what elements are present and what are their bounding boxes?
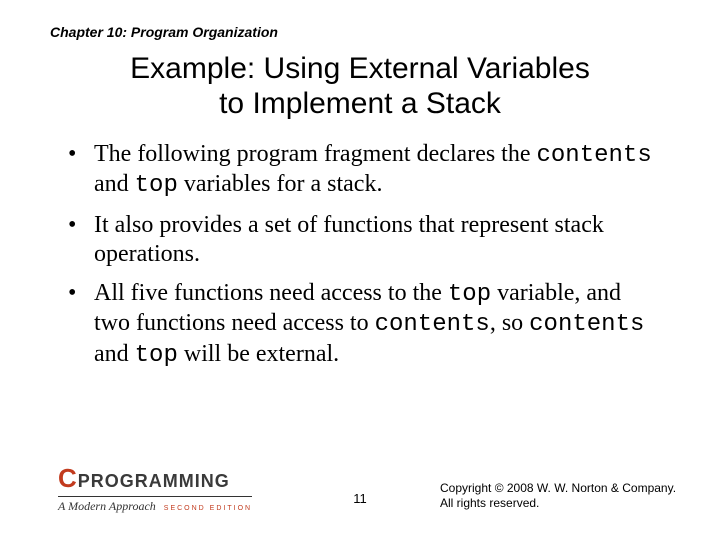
bullet-text: and <box>94 341 135 367</box>
code-snippet: contents <box>529 311 644 338</box>
bullet-text: , so <box>490 310 529 336</box>
footer: C PROGRAMMING A Modern Approach SECOND E… <box>0 464 720 514</box>
chapter-label: Chapter 10: Program Organization <box>50 24 278 40</box>
code-snippet: contents <box>537 142 652 169</box>
bullet-text: The following program fragment declares … <box>94 141 537 167</box>
logo-edition: SECOND EDITION <box>164 505 252 512</box>
bullet-list: The following program fragment declares … <box>68 140 660 380</box>
bullet-text: It also provides a set of functions that… <box>94 212 604 267</box>
code-snippet: top <box>135 342 178 369</box>
page-number: 11 <box>353 491 367 506</box>
copyright: Copyright © 2008 W. W. Norton & Company.… <box>440 481 676 512</box>
copyright-line: All rights reserved. <box>440 496 676 512</box>
bullet-text: variables for a stack. <box>178 171 383 197</box>
bullet-item: It also provides a set of functions that… <box>68 211 660 270</box>
book-logo: C PROGRAMMING A Modern Approach SECOND E… <box>58 463 252 514</box>
title-line-1: Example: Using External Variables <box>130 52 590 85</box>
logo-word: PROGRAMMING <box>78 471 230 492</box>
bullet-text: and <box>94 171 135 197</box>
bullet-item: All five functions need access to the to… <box>68 279 660 370</box>
code-snippet: contents <box>375 311 490 338</box>
code-snippet: top <box>135 172 178 199</box>
title-line-2: to Implement a Stack <box>219 87 501 120</box>
copyright-line: Copyright © 2008 W. W. Norton & Company. <box>440 481 676 497</box>
bullet-text: All five functions need access to the <box>94 280 448 306</box>
bullet-item: The following program fragment declares … <box>68 140 660 201</box>
bullet-text: will be external. <box>178 341 339 367</box>
slide-title: Example: Using External Variables to Imp… <box>0 52 720 121</box>
logo-letter-c: C <box>58 463 76 494</box>
code-snippet: top <box>448 281 491 308</box>
logo-tagline: A Modern Approach <box>58 499 156 514</box>
